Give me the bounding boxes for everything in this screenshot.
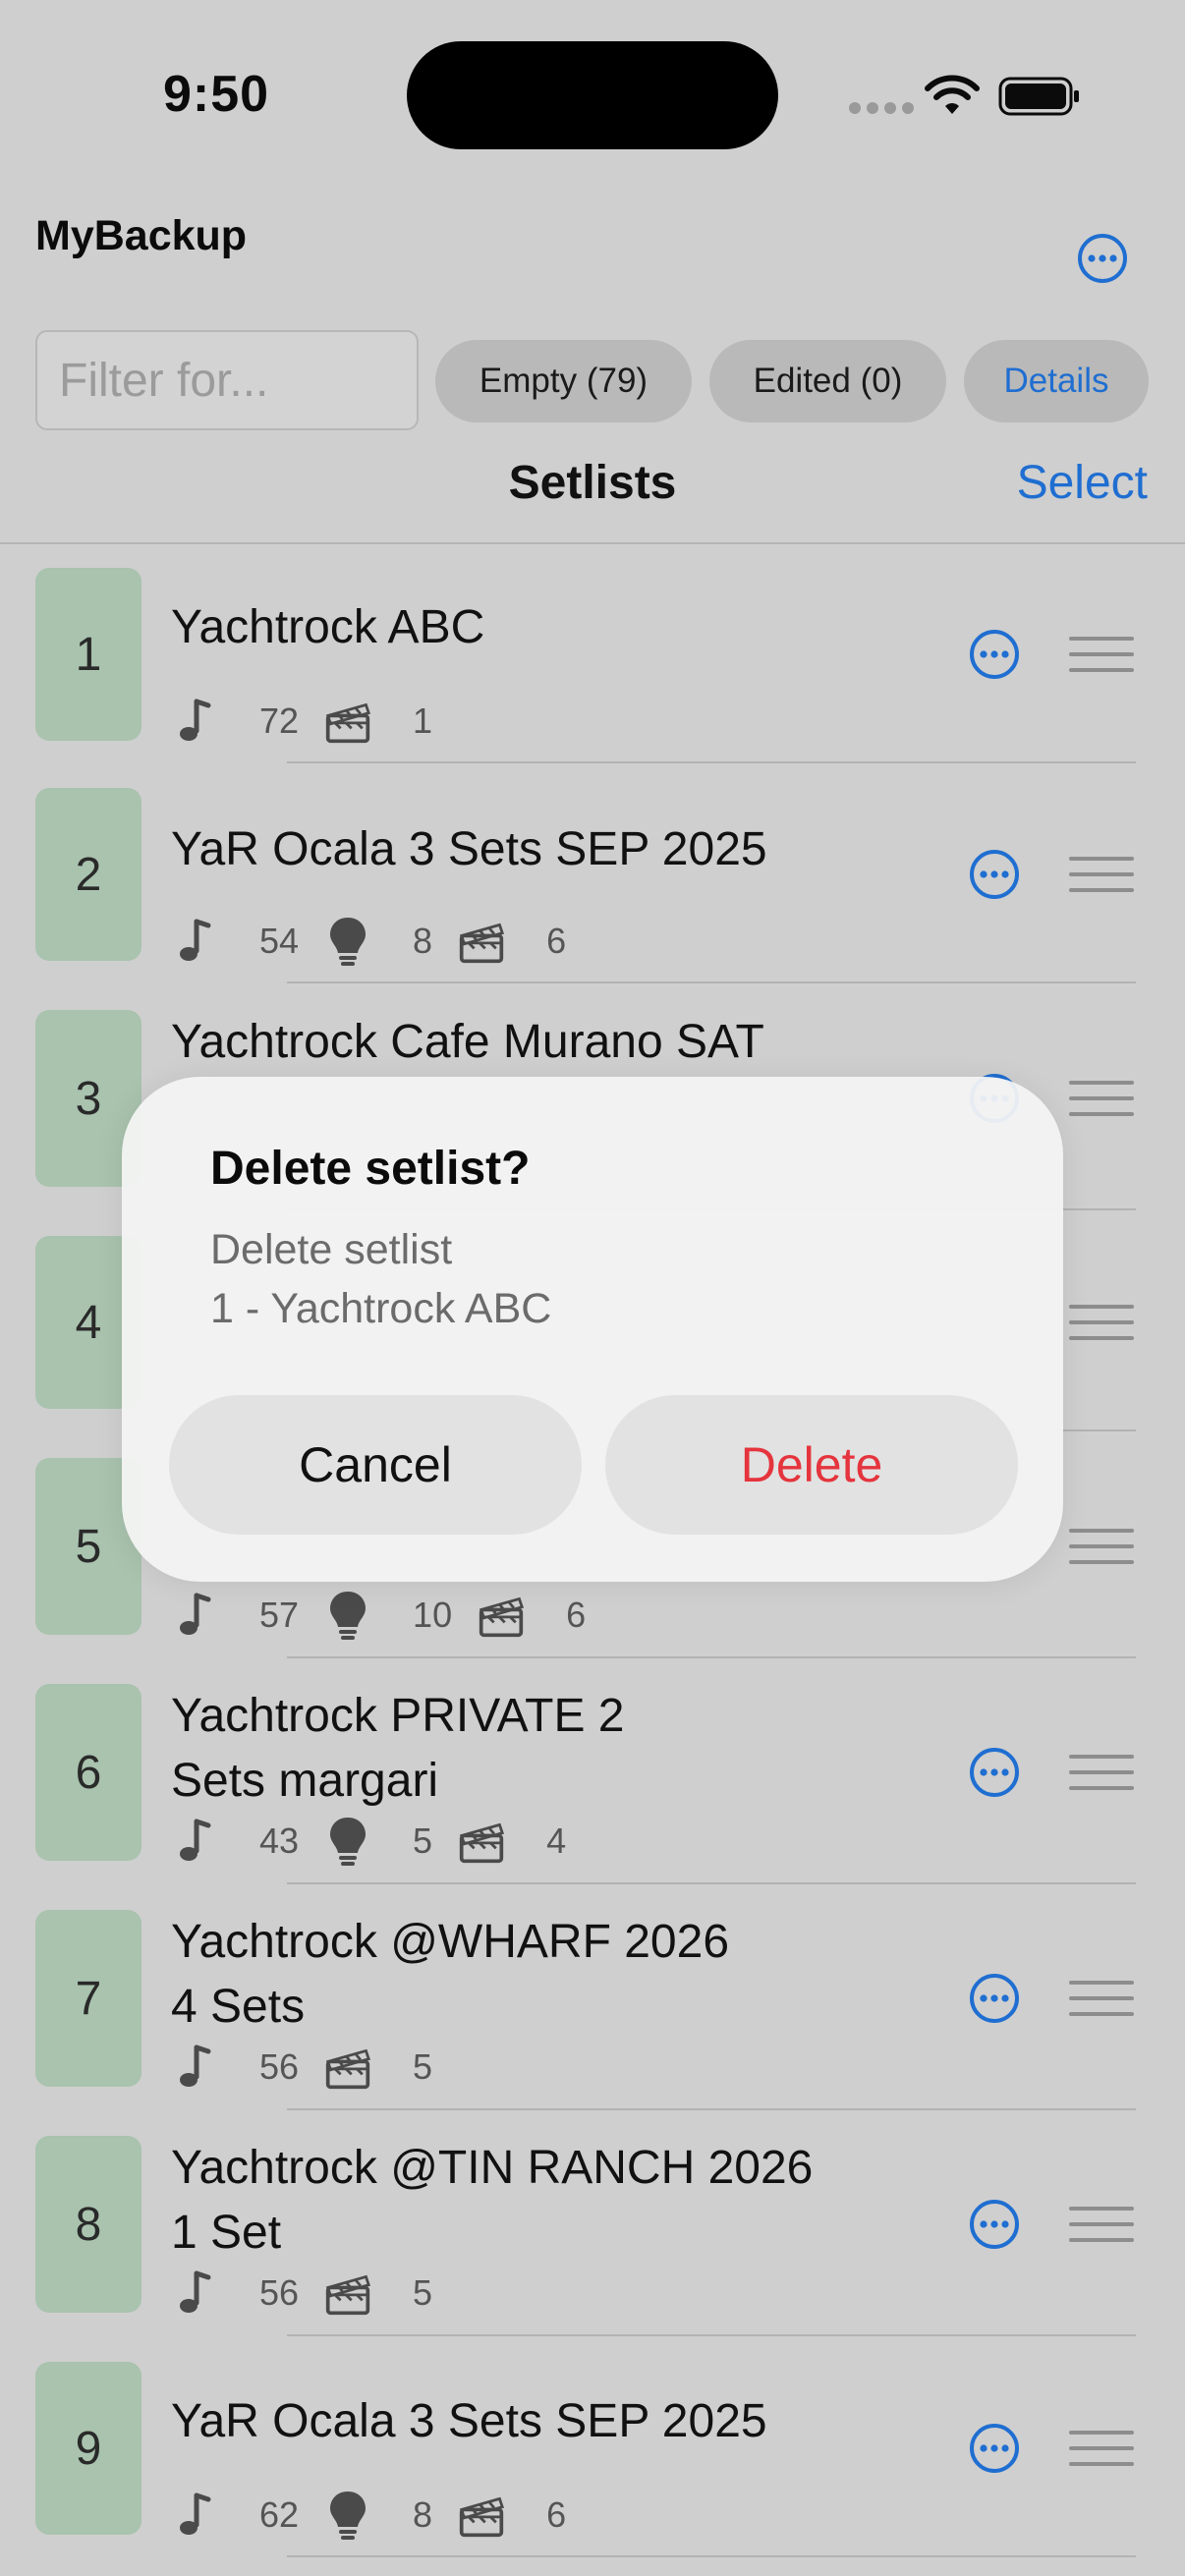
cancel-button[interactable]: Cancel bbox=[169, 1395, 582, 1535]
delete-button[interactable]: Delete bbox=[605, 1395, 1018, 1535]
delete-confirmation-dialog: Delete setlist? Delete setlist 1 - Yacht… bbox=[122, 1077, 1063, 1582]
dialog-message: Delete setlist 1 - Yachtrock ABC bbox=[210, 1220, 551, 1338]
dialog-message-line2: 1 - Yachtrock ABC bbox=[210, 1285, 552, 1332]
dialog-title: Delete setlist? bbox=[210, 1143, 531, 1195]
dialog-message-line1: Delete setlist bbox=[210, 1226, 453, 1273]
